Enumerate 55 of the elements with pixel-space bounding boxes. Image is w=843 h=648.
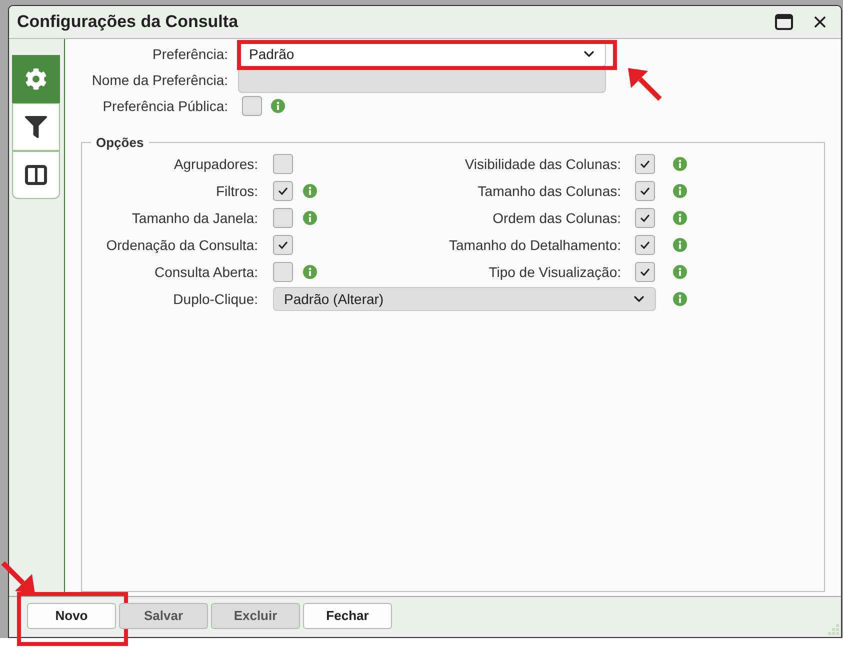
- settings-icon: [25, 68, 47, 90]
- option-label: Tamanho do Detalhamento:: [448, 236, 621, 252]
- action-button[interactable]: Fechar: [303, 602, 392, 628]
- checkbox[interactable]: [273, 234, 293, 254]
- checkmark-icon: [639, 266, 651, 276]
- info-icon[interactable]: [673, 292, 687, 306]
- option-label: Agrupadores:: [172, 156, 258, 172]
- info-icon[interactable]: [673, 264, 687, 278]
- checkbox[interactable]: [273, 154, 293, 174]
- info-icon[interactable]: [673, 238, 687, 252]
- option-label: Tamanho das Colunas:: [476, 182, 621, 198]
- info-icon[interactable]: [303, 210, 317, 224]
- info-icon[interactable]: [271, 99, 285, 113]
- checkbox[interactable]: [242, 96, 262, 116]
- option-label: Tamanho da Janela:: [130, 210, 258, 226]
- checkbox[interactable]: [635, 180, 655, 200]
- action-button[interactable]: Novo: [27, 602, 116, 628]
- info-icon[interactable]: [673, 156, 687, 170]
- field-label: Preferência:: [152, 46, 228, 62]
- window-title: Configurações da Consulta: [17, 12, 240, 32]
- info-icon[interactable]: [303, 184, 317, 198]
- option-label: Filtros:: [215, 182, 258, 198]
- checkbox[interactable]: [635, 234, 655, 254]
- columns-icon: [25, 165, 47, 185]
- option-label: Visibilidade das Colunas:: [464, 156, 621, 172]
- checkmark-icon: [639, 158, 651, 168]
- checkmark-icon: [639, 240, 651, 250]
- checkbox[interactable]: [273, 262, 293, 282]
- checkmark-icon: [277, 186, 289, 196]
- filter-icon: [25, 116, 47, 138]
- checkmark-icon: [277, 240, 289, 250]
- option-label: Tipo de Visualização:: [488, 264, 621, 280]
- checkmark-icon: [639, 186, 651, 196]
- sidebar-tab[interactable]: [12, 151, 60, 199]
- option-label: Ordem das Colunas:: [492, 210, 621, 226]
- option-label: Duplo-Clique:: [172, 290, 258, 306]
- checkbox[interactable]: [635, 208, 655, 228]
- checkmark-icon: [639, 212, 651, 222]
- checkbox[interactable]: [635, 154, 655, 174]
- sidebar-tab[interactable]: [12, 103, 60, 151]
- maximize-button[interactable]: [775, 14, 793, 30]
- field-label: Nome da Preferência:: [90, 72, 228, 88]
- resize-grip-icon[interactable]: [828, 624, 840, 636]
- option-label: Ordenação da Consulta:: [105, 236, 258, 252]
- field-label: Preferência Pública:: [102, 98, 228, 114]
- info-icon[interactable]: [673, 184, 687, 198]
- group-title: Opções: [95, 135, 145, 150]
- info-icon[interactable]: [673, 210, 687, 224]
- checkbox[interactable]: [273, 208, 293, 228]
- info-icon[interactable]: [303, 264, 317, 278]
- checkbox[interactable]: [635, 262, 655, 282]
- annotation-arrow: [626, 66, 664, 102]
- option-label: Consulta Aberta:: [153, 264, 258, 280]
- checkbox[interactable]: [273, 180, 293, 200]
- double-click-select[interactable]: Padrão (Alterar): [273, 286, 656, 310]
